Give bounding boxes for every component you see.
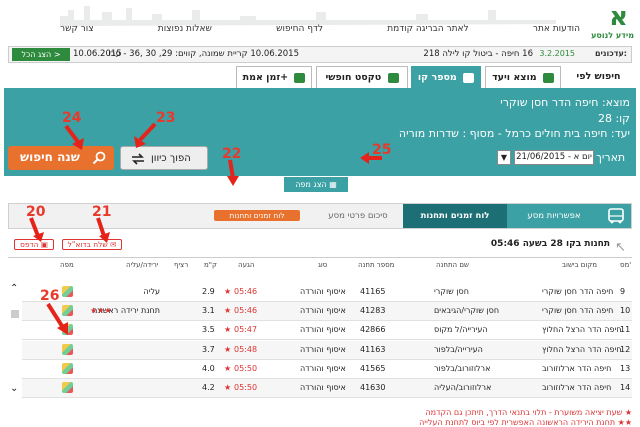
annotation-arrows bbox=[29, 122, 382, 335]
